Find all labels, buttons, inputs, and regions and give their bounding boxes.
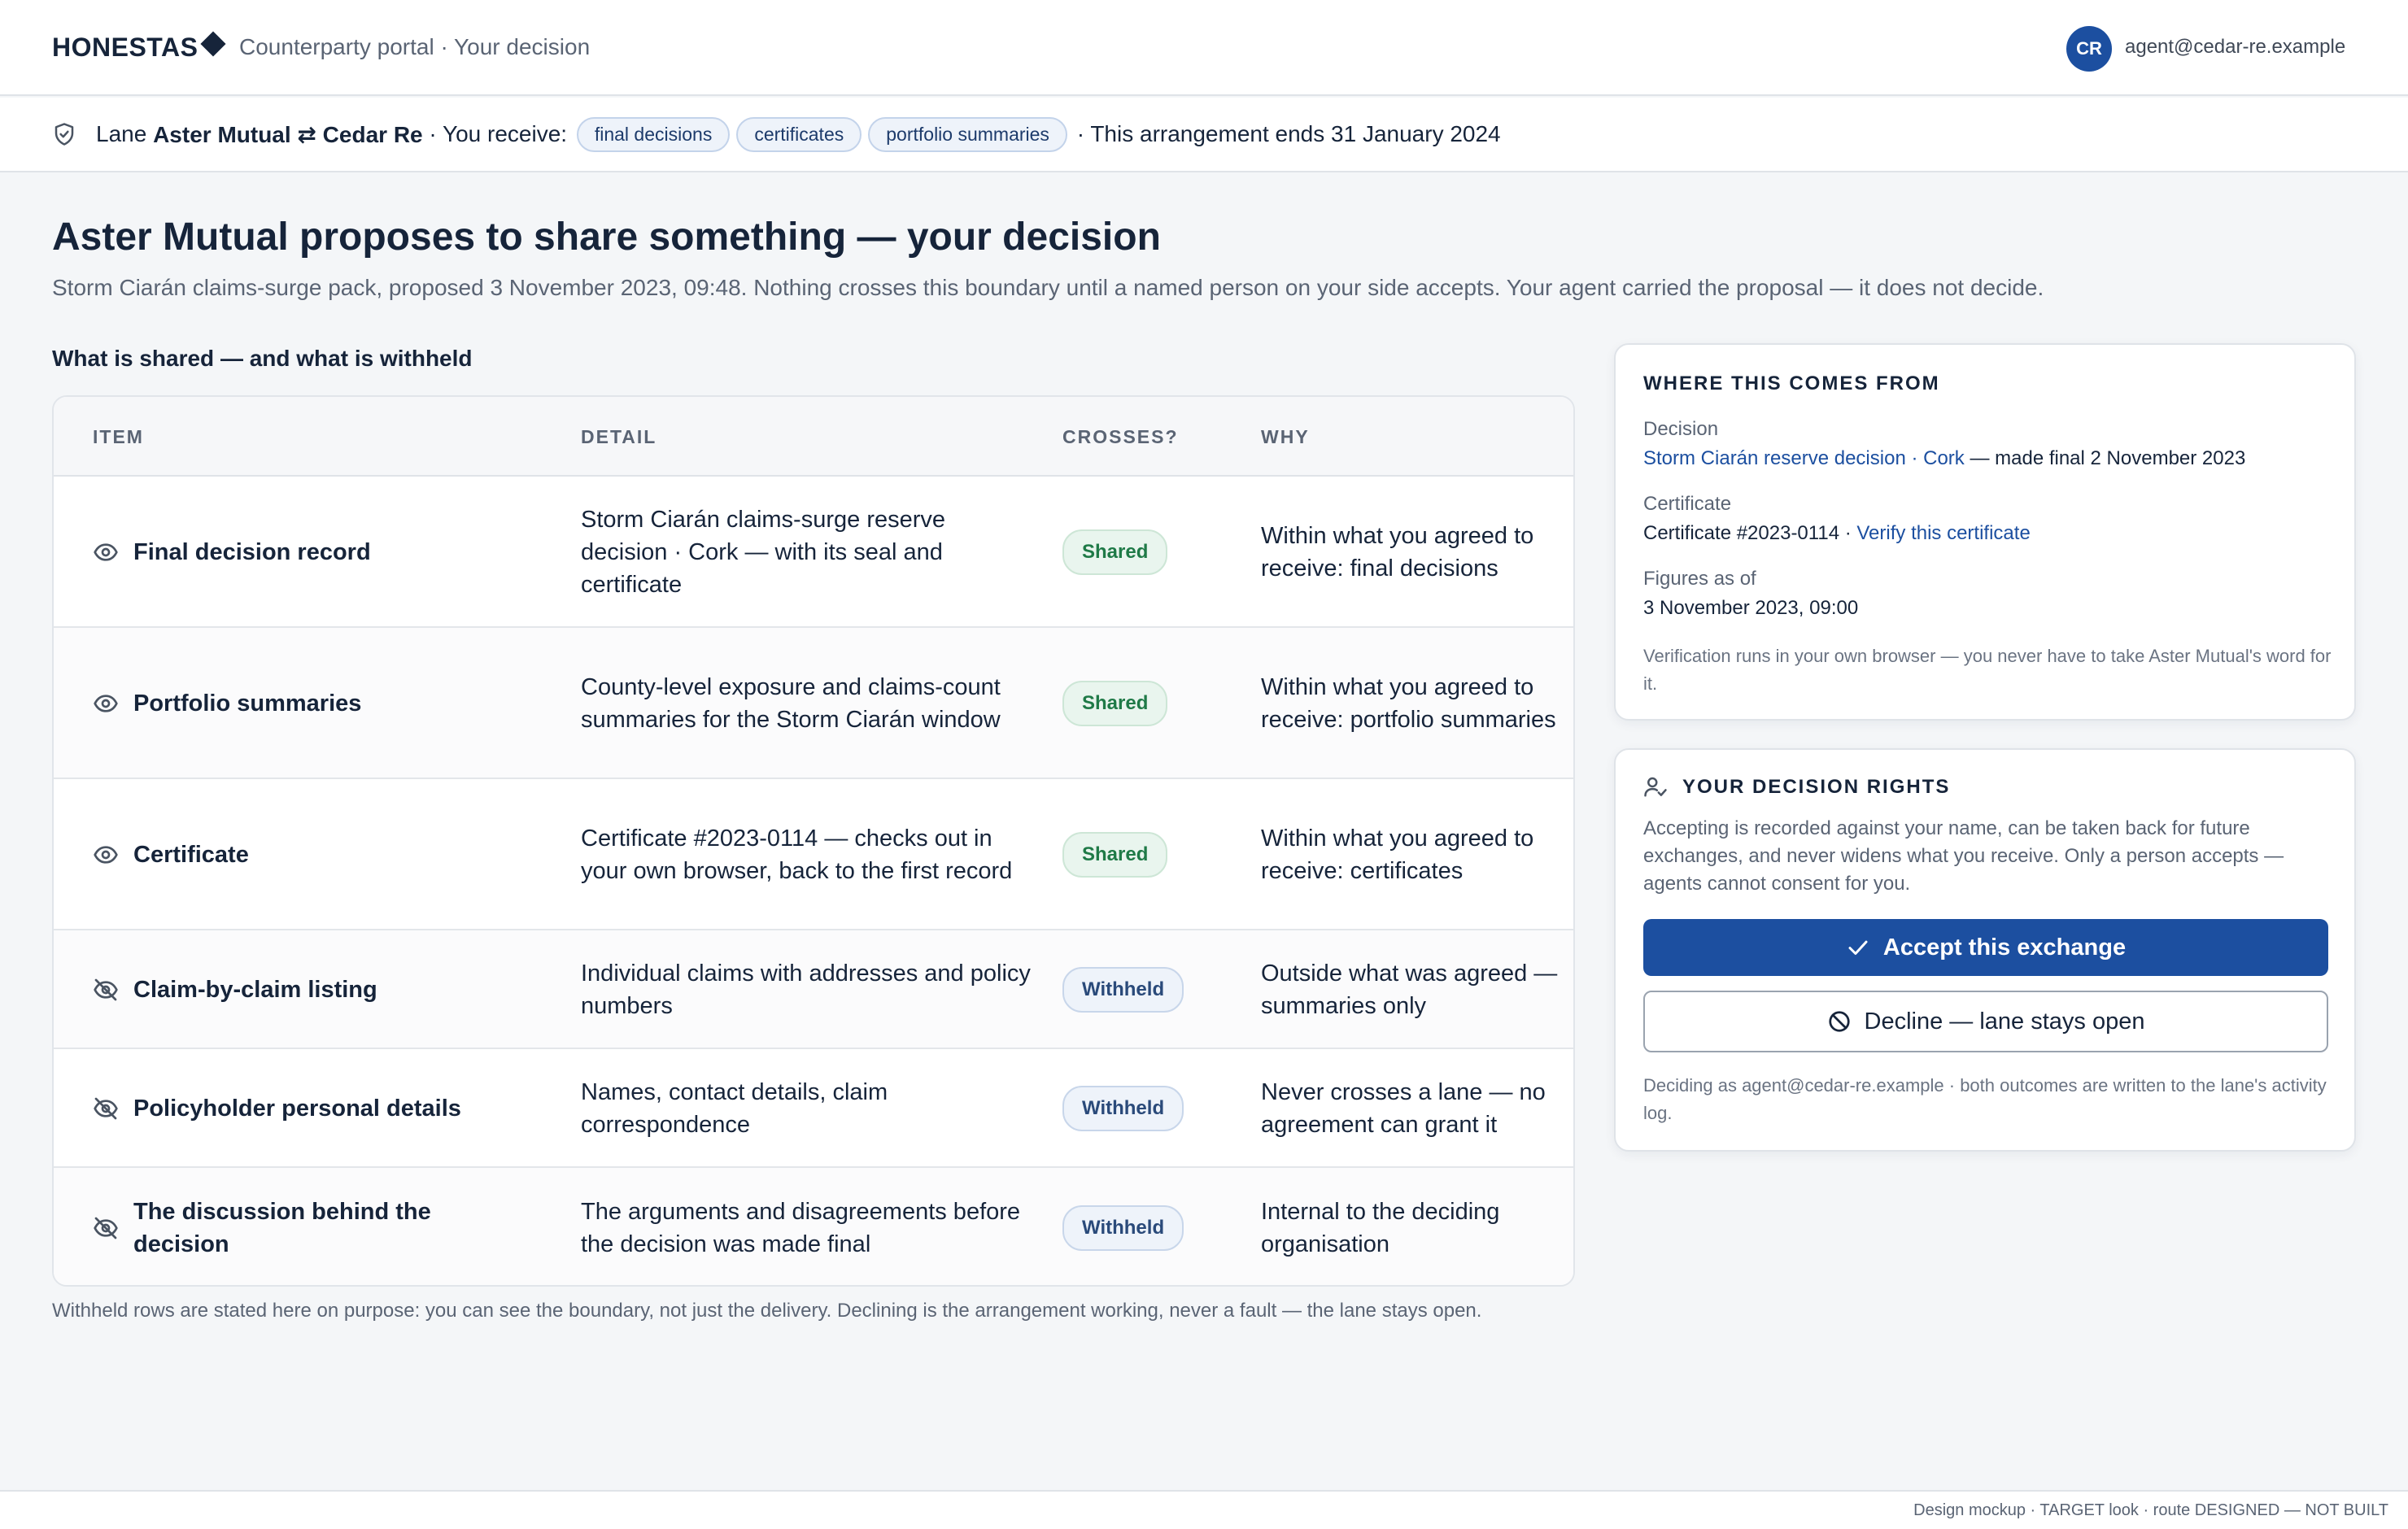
user-check-icon bbox=[1644, 777, 1667, 797]
row-why: Within what you agreed to receive: certi… bbox=[1261, 825, 1534, 884]
deciding-note: Deciding as agent@cedar-re.example · bot… bbox=[1643, 1075, 2327, 1123]
page-title: Aster Mutual proposes to share something… bbox=[52, 216, 1161, 259]
row-why: Within what you agreed to receive: final… bbox=[1261, 523, 1534, 582]
chip-final-decisions: final decisions bbox=[576, 116, 731, 152]
row-item: Certificate bbox=[93, 779, 516, 930]
header-why: WHY bbox=[1261, 426, 1310, 447]
brand-name: HONESTAS bbox=[52, 33, 198, 62]
figures-label: Figures as of bbox=[1643, 568, 1756, 590]
status-badge: Shared bbox=[1062, 681, 1168, 726]
decision-rights-card: YOUR DECISION RIGHTS Accepting is record… bbox=[1614, 748, 2356, 1152]
table-footnote: Withheld rows are stated here on purpose… bbox=[52, 1300, 1482, 1322]
row-detail: County-level exposure and claims-count s… bbox=[581, 674, 1001, 733]
eye-icon bbox=[94, 695, 118, 712]
chip-certificates: certificates bbox=[736, 116, 862, 152]
row-status: Withheld bbox=[1062, 1168, 1225, 1285]
table-header: ITEM DETAIL CROSSES? WHY bbox=[54, 397, 1573, 477]
decision-label: Decision bbox=[1643, 418, 1719, 440]
section-label: What is shared — and what is withheld bbox=[52, 346, 473, 371]
eye-off-icon bbox=[94, 978, 118, 1001]
bottom-bar: Design mockup · TARGET look · route DESI… bbox=[0, 1490, 2408, 1529]
eye-off-icon bbox=[94, 1217, 118, 1239]
avatar[interactable]: CR bbox=[2066, 26, 2112, 72]
eye-off-icon bbox=[94, 1097, 118, 1120]
certificate-label: Certificate bbox=[1643, 493, 1732, 515]
status-badge: Withheld bbox=[1062, 1086, 1184, 1131]
table-row: Final decision record Storm Ciarán claim… bbox=[54, 477, 1573, 628]
row-why: Within what you agreed to receive: portf… bbox=[1261, 674, 1556, 733]
row-detail: Names, contact details, claim correspond… bbox=[581, 1079, 888, 1138]
row-detail: Individual claims with addresses and pol… bbox=[581, 961, 1031, 1019]
row-status: Withheld bbox=[1062, 930, 1225, 1049]
eye-icon bbox=[94, 543, 118, 561]
portal-subtitle: Counterparty portal · Your decision bbox=[239, 34, 591, 59]
status-badge: Shared bbox=[1062, 832, 1168, 878]
row-item: Portfolio summaries bbox=[93, 628, 516, 779]
row-item: Policyholder personal details bbox=[93, 1049, 516, 1168]
row-status: Shared bbox=[1062, 779, 1225, 930]
decline-button[interactable]: Decline — lane stays open bbox=[1643, 991, 2328, 1052]
accept-button[interactable]: Accept this exchange bbox=[1643, 919, 2328, 976]
status-badge: Withheld bbox=[1062, 1205, 1184, 1251]
table-row: Certificate Certificate #2023-0114 — che… bbox=[54, 779, 1573, 930]
status-badge: Withheld bbox=[1062, 967, 1184, 1013]
decision-link[interactable]: Storm Ciarán reserve decision · Cork bbox=[1643, 447, 1965, 469]
figures-value: 3 November 2023, 09:00 bbox=[1643, 597, 1859, 619]
diamond-icon bbox=[200, 31, 226, 57]
header-detail: DETAIL bbox=[581, 426, 657, 447]
lane-parties: Aster Mutual ⇄ Cedar Re bbox=[153, 121, 423, 147]
header-crosses: CROSSES? bbox=[1062, 426, 1179, 447]
provenance-card: WHERE THIS COMES FROM Decision Storm Cia… bbox=[1614, 343, 2356, 721]
rights-heading: YOUR DECISION RIGHTS bbox=[1682, 776, 1951, 798]
row-why: Outside what was agreed — summaries only bbox=[1261, 961, 1558, 1019]
header-item: ITEM bbox=[93, 426, 144, 447]
row-item: Claim-by-claim listing bbox=[93, 930, 516, 1049]
top-bar: HONESTAS Counterparty portal · Your deci… bbox=[0, 0, 2408, 96]
exchange-table: ITEM DETAIL CROSSES? WHY Final decision … bbox=[52, 395, 1575, 1287]
row-detail: Certificate #2023-0114 — checks out in y… bbox=[581, 825, 1013, 884]
row-detail: The arguments and disagreements before t… bbox=[581, 1199, 1021, 1257]
check-icon bbox=[1848, 940, 1868, 955]
status-badge: Shared bbox=[1062, 529, 1168, 575]
user-email[interactable]: agent@cedar-re.example bbox=[2125, 36, 2345, 59]
page-subtitle: Storm Ciarán claims-surge pack, proposed… bbox=[52, 275, 2044, 300]
lane-receive-label: · You receive: bbox=[429, 121, 568, 146]
shield-check-icon bbox=[55, 123, 74, 146]
verify-certificate-link[interactable]: Verify this certificate bbox=[1856, 522, 2030, 544]
row-why: Internal to the deciding organisation bbox=[1261, 1199, 1500, 1257]
lane-prefix: Lane bbox=[96, 121, 147, 146]
row-status: Withheld bbox=[1062, 1049, 1225, 1168]
provenance-heading: WHERE THIS COMES FROM bbox=[1643, 372, 1940, 394]
table-row: Claim-by-claim listing Individual claims… bbox=[54, 930, 1573, 1049]
table-row: Portfolio summaries County-level exposur… bbox=[54, 628, 1573, 779]
ban-icon bbox=[1828, 1011, 1850, 1032]
row-item: Final decision record bbox=[93, 477, 516, 628]
table-row: The discussion behind the decision The a… bbox=[54, 1168, 1573, 1285]
row-status: Shared bbox=[1062, 477, 1225, 628]
certificate-value: Certificate #2023-0114 · Verify this cer… bbox=[1643, 522, 2031, 544]
rights-text: Accepting is recorded against your name,… bbox=[1643, 817, 2284, 895]
brand-logo[interactable]: HONESTAS bbox=[52, 31, 226, 63]
table-row: Policyholder personal details Names, con… bbox=[54, 1049, 1573, 1168]
row-why: Never crosses a lane — no agreement can … bbox=[1261, 1079, 1546, 1138]
eye-icon bbox=[94, 846, 118, 864]
mockup-note: Design mockup · TARGET look · route DESI… bbox=[1913, 1501, 2388, 1519]
verification-note: Verification runs in your own browser — … bbox=[1643, 646, 2332, 694]
chip-portfolio-summaries: portfolio summaries bbox=[868, 116, 1067, 152]
decision-value: Storm Ciarán reserve decision · Cork — m… bbox=[1643, 447, 2246, 469]
row-status: Shared bbox=[1062, 628, 1225, 779]
lane-end-date: · This arrangement ends 31 January 2024 bbox=[1076, 121, 1501, 146]
row-item: The discussion behind the decision bbox=[93, 1168, 516, 1285]
lane-bar: Lane Aster Mutual ⇄ Cedar Re · You recei… bbox=[0, 98, 2408, 172]
row-detail: Storm Ciarán claims-surge reserve decisi… bbox=[581, 507, 946, 598]
